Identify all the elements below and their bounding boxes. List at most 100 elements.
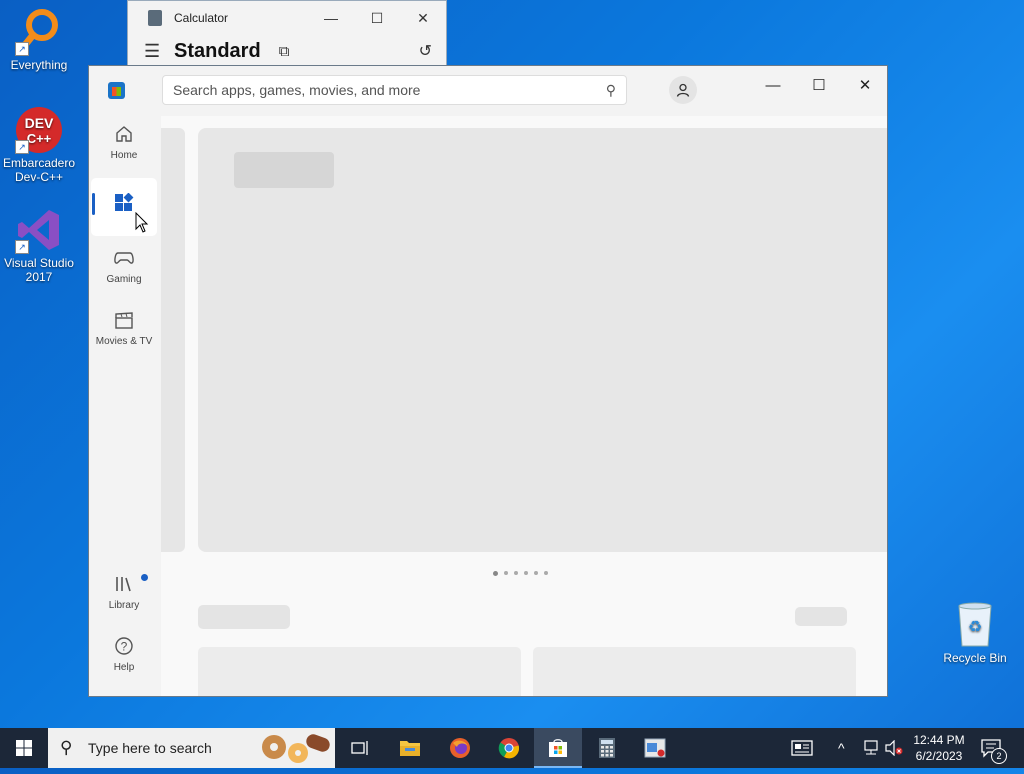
nav-label: Library	[108, 600, 140, 611]
desktop-icon-label: Visual Studio 2017	[4, 256, 74, 284]
app-window-icon	[644, 738, 666, 758]
store-titlebar: Search apps, games, movies, and more ⚲ —…	[89, 66, 887, 116]
notification-count-badge: 2	[991, 748, 1007, 764]
desktop-icon-devcpp[interactable]: DEV C++ ↗ Embarcadero Dev-C++	[0, 106, 78, 184]
store-search-input[interactable]: Search apps, games, movies, and more ⚲	[162, 75, 627, 105]
firefox-button[interactable]	[436, 728, 484, 768]
nav-help[interactable]: ? Help	[91, 630, 157, 688]
account-avatar[interactable]	[669, 76, 697, 104]
clock-date: 6/2/2023	[915, 749, 963, 763]
mouse-cursor-icon	[135, 212, 149, 233]
carousel-pager[interactable]	[493, 570, 548, 576]
maximize-button[interactable]: ☐	[354, 10, 400, 27]
nav-home[interactable]: Home	[91, 118, 157, 176]
desktop-icon-recycle-bin[interactable]: ♻ Recycle Bin	[938, 600, 1012, 665]
calculator-icon	[599, 738, 615, 758]
search-icon[interactable]: ⚲	[606, 76, 616, 104]
active-indicator	[92, 193, 95, 215]
taskbar-clock[interactable]: 12:44 PM 6/2/2023	[904, 732, 974, 764]
search-icon: ⚲	[60, 738, 73, 757]
calculator-mode-title: Standard	[174, 39, 261, 62]
carousel-dot[interactable]	[514, 571, 518, 575]
taskbar-search-placeholder: Type here to search	[88, 740, 212, 756]
minimize-button[interactable]: —	[308, 10, 354, 26]
taskbar-search-box[interactable]: ⚲ Type here to search	[48, 728, 335, 768]
show-hidden-icons-chevron-icon[interactable]: ^	[838, 728, 845, 768]
home-icon	[91, 124, 157, 150]
calculator-button[interactable]	[583, 728, 631, 768]
store-logo-icon	[108, 82, 125, 99]
keep-on-top-icon[interactable]: ⧉	[279, 43, 290, 60]
svg-text:♻: ♻	[968, 617, 982, 636]
hero-title-placeholder	[234, 152, 334, 188]
calculator-window[interactable]: Calculator — ☐ ✕ ☰ Standard ⧉ ↺	[127, 0, 447, 66]
action-center-button[interactable]: 2	[980, 728, 1008, 768]
app-card-placeholder[interactable]	[198, 647, 521, 696]
history-icon[interactable]: ↺	[419, 41, 432, 61]
nav-movies-tv[interactable]: Movies & TV	[91, 304, 157, 362]
library-update-badge	[141, 574, 148, 581]
calculator-title: Calculator	[174, 11, 229, 25]
nav-label: Gaming	[106, 274, 142, 285]
app-button[interactable]	[631, 728, 679, 768]
nav-label: Home	[110, 150, 138, 161]
nav-gaming[interactable]: Gaming	[91, 242, 157, 300]
taskbar: ⚲ Type here to search ^ 12:44 PM 6/2/202…	[0, 728, 1024, 768]
nav-label: Movies & TV	[95, 336, 153, 347]
devcpp-icon: DEV C++ ↗	[15, 106, 63, 154]
carousel-dot[interactable]	[534, 571, 538, 575]
app-card-placeholder[interactable]	[533, 647, 856, 696]
shortcut-arrow-icon: ↗	[15, 240, 29, 254]
person-icon	[676, 83, 690, 97]
help-icon: ?	[91, 636, 157, 662]
maximize-button[interactable]: ☐	[796, 72, 842, 100]
file-explorer-button[interactable]	[386, 728, 434, 768]
gamepad-icon	[91, 248, 157, 274]
microsoft-store-button[interactable]	[534, 728, 582, 768]
clock-time: 12:44 PM	[913, 733, 965, 747]
chrome-button[interactable]	[485, 728, 533, 768]
svg-text:DEV: DEV	[25, 115, 54, 131]
start-button[interactable]	[0, 728, 48, 768]
search-placeholder: Search apps, games, movies, and more	[173, 82, 421, 98]
close-button[interactable]: ✕	[842, 72, 887, 100]
search-highlight-donuts-icon	[262, 734, 330, 763]
firefox-icon	[450, 738, 470, 758]
clapperboard-icon	[91, 310, 157, 336]
folder-icon	[400, 741, 420, 756]
nav-label: Help	[113, 662, 135, 673]
desktop-icon-visual-studio[interactable]: ↗ Visual Studio 2017	[0, 206, 78, 284]
calculator-app-icon	[148, 10, 162, 26]
desktop-icon-everything[interactable]: ↗ Everything	[0, 8, 78, 72]
volume-muted-icon[interactable]	[885, 728, 903, 768]
svg-text:C++: C++	[27, 131, 52, 146]
carousel-dot[interactable]	[544, 571, 548, 575]
hero-carousel-card[interactable]	[198, 128, 887, 552]
desktop-icon-label: Recycle Bin	[943, 651, 1007, 665]
recycle-bin-icon: ♻	[958, 602, 992, 647]
carousel-dot[interactable]	[493, 570, 498, 576]
store-content	[161, 116, 887, 696]
news-widget-icon[interactable]	[791, 728, 813, 768]
carousel-prev-card[interactable]	[161, 128, 185, 552]
see-all-placeholder[interactable]	[795, 607, 847, 626]
windows-logo-icon	[16, 740, 32, 756]
task-view-icon	[351, 741, 368, 755]
task-view-button[interactable]	[336, 728, 384, 768]
network-icon[interactable]	[862, 728, 880, 768]
everything-icon: ↗	[15, 8, 63, 56]
shortcut-arrow-icon: ↗	[15, 140, 29, 154]
chrome-icon	[498, 738, 520, 759]
visual-studio-icon: ↗	[15, 206, 63, 254]
desktop-icon-label: Everything	[10, 58, 68, 72]
store-bag-icon	[549, 739, 567, 757]
carousel-dot[interactable]	[504, 571, 508, 575]
store-sidebar: Home Gaming Movies & TV Library ? Help	[89, 116, 161, 696]
svg-text:?: ?	[121, 640, 128, 654]
close-button[interactable]: ✕	[400, 10, 446, 27]
minimize-button[interactable]: —	[750, 72, 796, 100]
hamburger-menu-icon[interactable]: ☰	[144, 41, 174, 62]
carousel-dot[interactable]	[524, 571, 528, 575]
desktop-icon-label: Embarcadero Dev-C++	[2, 156, 76, 184]
shortcut-arrow-icon: ↗	[15, 42, 29, 56]
